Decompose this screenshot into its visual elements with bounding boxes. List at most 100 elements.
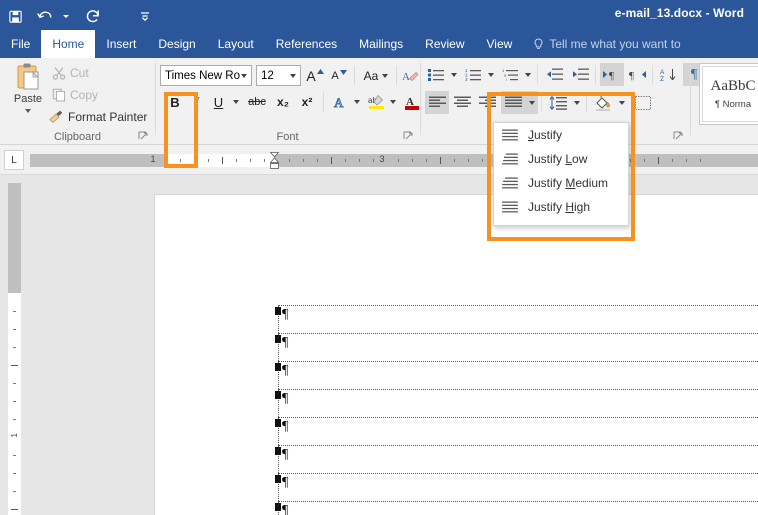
superscript-label: x²: [301, 95, 313, 109]
numbering-button[interactable]: 1 2 3: [462, 64, 484, 85]
decrease-indent-button[interactable]: [542, 64, 566, 85]
bullets-chevron-down-icon[interactable]: [448, 64, 460, 85]
format-painter-button[interactable]: Format Painter: [48, 107, 147, 127]
tab-home[interactable]: Home: [41, 30, 96, 58]
text-highlight-button[interactable]: ab: [365, 91, 387, 113]
increase-indent-button[interactable]: [568, 64, 592, 85]
paste-label: Paste: [13, 93, 43, 105]
tab-layout[interactable]: Layout: [207, 30, 265, 58]
customize-quick-access-icon[interactable]: [130, 3, 160, 29]
change-case-chevron-down-icon[interactable]: [382, 73, 389, 78]
table-row[interactable]: ¶: [275, 501, 758, 515]
horizontal-ruler[interactable]: 1 3: [30, 152, 758, 170]
italic-button[interactable]: I: [188, 91, 206, 113]
font-size-combo[interactable]: 12: [256, 65, 301, 86]
table-row[interactable]: ¶: [275, 305, 758, 333]
row-marker: [275, 419, 281, 427]
shrink-font-button[interactable]: A: [328, 65, 350, 86]
cut-button[interactable]: Cut: [52, 63, 89, 83]
document-page[interactable]: ¶ ¶ ¶ ¶ ¶ ¶ ¶ ¶ ¶: [155, 195, 758, 515]
clipboard-dialog-launcher[interactable]: [138, 131, 149, 142]
tab-references[interactable]: References: [265, 30, 348, 58]
underline-button[interactable]: U: [208, 91, 229, 113]
underline-chevron-down-icon[interactable]: [229, 91, 242, 113]
clear-formatting-button[interactable]: A: [400, 65, 421, 86]
tab-mailings[interactable]: Mailings: [348, 30, 414, 58]
copy-button[interactable]: Copy: [52, 85, 98, 105]
document-table[interactable]: ¶ ¶ ¶ ¶ ¶ ¶ ¶ ¶ ¶: [275, 305, 758, 515]
align-left-button[interactable]: [425, 91, 449, 114]
para-divider-1: [537, 65, 538, 84]
highlight-chevron-down-icon[interactable]: [387, 91, 399, 113]
font-size-chevron-down-icon[interactable]: [290, 73, 296, 78]
justify-dropdown-menu[interactable]: Justify Justify Low Justify Medium Justi…: [493, 122, 629, 226]
line-spacing-chevron-down-icon[interactable]: [571, 91, 583, 114]
ribbon-tabs: File Home Insert Design Layout Reference…: [0, 30, 758, 58]
menu-item-justify-high[interactable]: Justify High: [494, 195, 628, 219]
sort-button[interactable]: A Z: [657, 64, 681, 85]
font-name-combo[interactable]: Times New Ro: [160, 65, 252, 86]
tab-file[interactable]: File: [0, 30, 41, 58]
menu-item-justify[interactable]: Justify: [494, 123, 628, 147]
numbering-chevron-down-icon[interactable]: [485, 64, 497, 85]
change-case-label: Aa: [363, 68, 379, 83]
borders-icon: [635, 95, 651, 110]
tab-review[interactable]: Review: [414, 30, 475, 58]
shading-chevron-down-icon[interactable]: [616, 91, 628, 114]
table-row[interactable]: ¶: [275, 445, 758, 473]
tab-stop-selector[interactable]: L: [4, 150, 24, 170]
down-arrow-icon: [339, 70, 347, 75]
multilevel-list-button[interactable]: 1 a i: [499, 64, 521, 85]
ribbon: Paste Cut Copy Format Painter Clipboard …: [0, 58, 758, 145]
paragraph-dialog-launcher[interactable]: [673, 131, 684, 142]
bold-button[interactable]: B: [164, 91, 186, 113]
save-icon[interactable]: [0, 3, 30, 29]
font-name-chevron-down-icon[interactable]: [241, 73, 247, 78]
menu-item-justify-low[interactable]: Justify Low: [494, 147, 628, 171]
table-row[interactable]: ¶: [275, 473, 758, 501]
text-effects-chevron-down-icon[interactable]: [351, 91, 363, 113]
redo-icon[interactable]: [78, 3, 108, 29]
ruler-bar: L 1 3: [0, 145, 758, 175]
tab-view[interactable]: View: [476, 30, 524, 58]
font-name-value: Times New Ro: [165, 69, 240, 82]
justify-chevron-down-icon[interactable]: [525, 91, 538, 114]
indent-markers-icon[interactable]: [270, 152, 279, 170]
font-dialog-launcher[interactable]: [403, 131, 414, 142]
menu-item-justify-medium[interactable]: Justify Medium: [494, 171, 628, 195]
justify-low-icon: [502, 153, 518, 165]
tab-design[interactable]: Design: [147, 30, 206, 58]
paste-chevron-down-icon[interactable]: [25, 109, 31, 113]
shading-button[interactable]: [591, 91, 615, 114]
styles-gallery[interactable]: AaBbC ¶ Norma: [699, 63, 758, 125]
table-row[interactable]: ¶: [275, 333, 758, 361]
justify-button[interactable]: [501, 91, 525, 114]
table-row[interactable]: ¶: [275, 361, 758, 389]
tell-me-search[interactable]: Tell me what you want to: [523, 30, 681, 58]
text-effects-button[interactable]: A: [329, 91, 351, 113]
rtl-text-direction-button[interactable]: ¶: [625, 63, 649, 86]
row-marker: [275, 475, 281, 483]
ltr-text-direction-button[interactable]: ¶: [600, 63, 624, 86]
borders-button[interactable]: [631, 91, 655, 114]
align-right-button[interactable]: [475, 91, 499, 114]
undo-dropdown-chevron-down-icon[interactable]: [60, 3, 72, 29]
line-spacing-button[interactable]: [546, 91, 570, 114]
table-row[interactable]: ¶: [275, 417, 758, 445]
ribbon-tab-strip: File Home Insert Design Layout Reference…: [0, 30, 758, 58]
align-center-button[interactable]: [450, 91, 474, 114]
bullets-button[interactable]: [425, 64, 447, 85]
multilevel-chevron-down-icon[interactable]: [522, 64, 534, 85]
paste-button[interactable]: Paste: [6, 62, 50, 128]
subscript-button[interactable]: x₂: [272, 91, 294, 113]
table-row[interactable]: ¶: [275, 389, 758, 417]
superscript-button[interactable]: x²: [296, 91, 318, 113]
change-case-button[interactable]: Aa: [359, 65, 393, 86]
strikethrough-button[interactable]: abc: [244, 91, 270, 113]
tab-insert[interactable]: Insert: [95, 30, 147, 58]
grow-font-button[interactable]: A: [304, 65, 326, 86]
style-tile-normal[interactable]: AaBbC ¶ Norma: [702, 66, 758, 122]
document-area[interactable]: 1 ¶ ¶ ¶ ¶ ¶ ¶ ¶ ¶ ¶: [0, 175, 758, 515]
undo-icon[interactable]: [30, 3, 60, 29]
para-divider-5: [586, 92, 587, 112]
